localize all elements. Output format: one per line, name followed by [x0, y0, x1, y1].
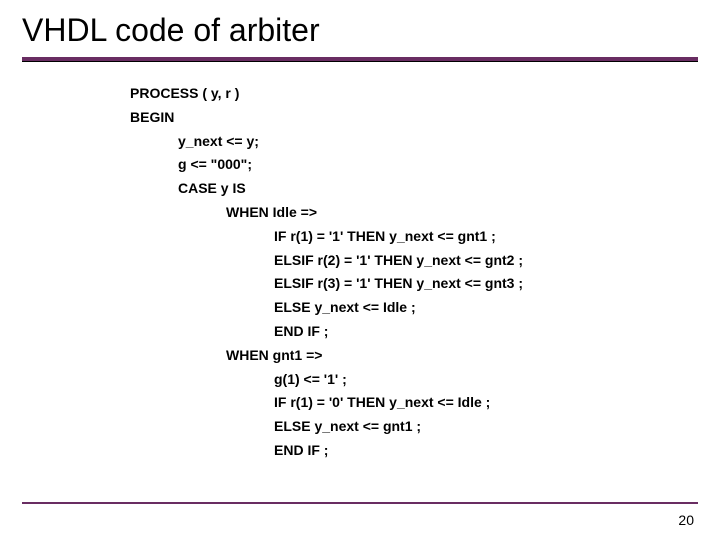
code-line: IF r(1) = '0' THEN y_next <= Idle ; — [130, 391, 720, 415]
code-line: y_next <= y; — [130, 130, 720, 154]
code-line: END IF ; — [130, 320, 720, 344]
code-line: IF r(1) = '1' THEN y_next <= gnt1 ; — [130, 225, 720, 249]
bottom-rule — [22, 502, 698, 504]
code-block: PROCESS ( y, r ) BEGIN y_next <= y; g <=… — [130, 82, 720, 463]
code-line: ELSIF r(2) = '1' THEN y_next <= gnt2 ; — [130, 249, 720, 273]
code-line: PROCESS ( y, r ) — [130, 82, 720, 106]
code-line: WHEN Idle => — [130, 201, 720, 225]
code-line: g <= "000"; — [130, 153, 720, 177]
code-line: ELSE y_next <= Idle ; — [130, 296, 720, 320]
code-line: ELSIF r(3) = '1' THEN y_next <= gnt3 ; — [130, 272, 720, 296]
title-underline — [22, 57, 698, 62]
code-line: ELSE y_next <= gnt1 ; — [130, 415, 720, 439]
code-line: END IF ; — [130, 439, 720, 463]
code-line: BEGIN — [130, 106, 720, 130]
slide-title: VHDL code of arbiter — [0, 0, 720, 57]
code-line: g(1) <= '1' ; — [130, 368, 720, 392]
page-number: 20 — [678, 512, 694, 528]
code-line: WHEN gnt1 => — [130, 344, 720, 368]
code-line: CASE y IS — [130, 177, 720, 201]
